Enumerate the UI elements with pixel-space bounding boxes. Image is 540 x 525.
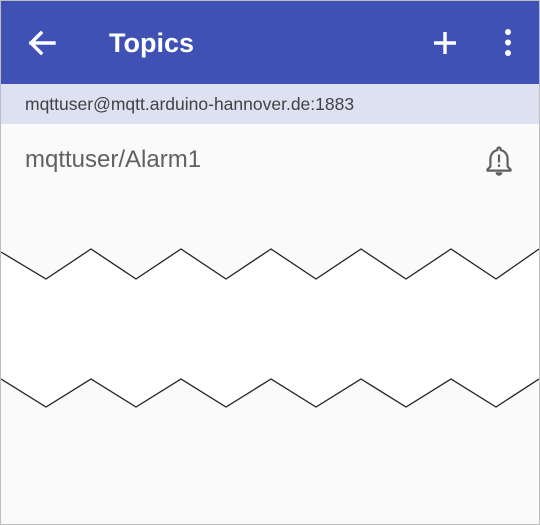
topic-name: mqttuser/Alarm1 bbox=[25, 146, 202, 173]
more-options-icon[interactable] bbox=[498, 27, 518, 59]
app-bar: Topics bbox=[1, 1, 539, 84]
page-title: Topics bbox=[109, 28, 195, 58]
torn-edge-separator bbox=[1, 197, 539, 524]
back-arrow-icon[interactable] bbox=[27, 29, 57, 57]
connection-label: mqttuser@mqtt.arduino-hannover.de:1883 bbox=[25, 94, 355, 114]
connection-header: mqttuser@mqtt.arduino-hannover.de:1883 bbox=[1, 84, 539, 124]
add-topic-icon[interactable] bbox=[431, 29, 459, 57]
alarm-bell-icon[interactable] bbox=[483, 144, 515, 178]
screen: Topics mqttuser@mqtt.arduino-hannover.de… bbox=[0, 0, 540, 525]
topic-row[interactable]: mqttuser/Alarm1 bbox=[1, 124, 539, 198]
